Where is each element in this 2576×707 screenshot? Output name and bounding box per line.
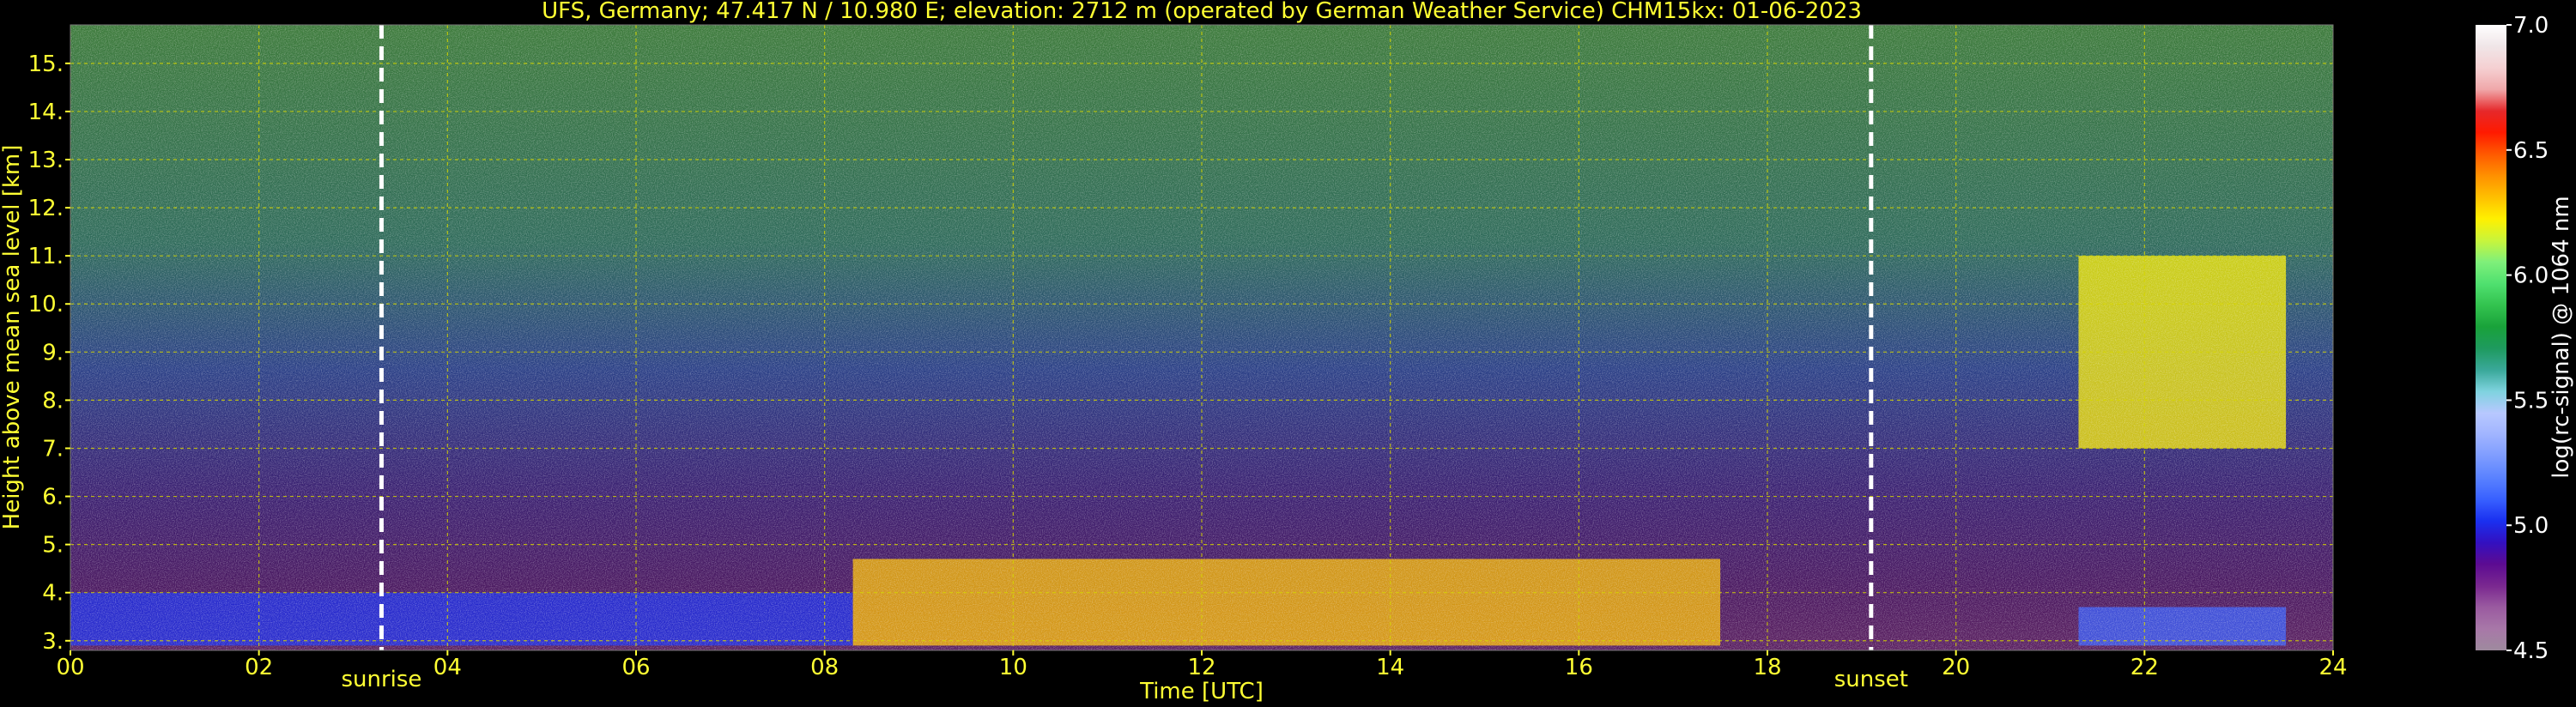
colorbar-tick-label: 7.0 — [2513, 13, 2549, 39]
colorbar-tick-label: 6.5 — [2513, 138, 2549, 164]
x-tick-label: 02 — [245, 655, 273, 680]
x-tick-label: 16 — [1565, 655, 1593, 680]
y-axis-label: Height above mean sea level [km] — [0, 145, 25, 530]
colorbar-label: log(rc-signal) @ 1064 nm — [2549, 196, 2574, 478]
x-tick-label: 04 — [433, 655, 462, 680]
x-tick-label: 08 — [810, 655, 839, 680]
colorbar-tick-label: 4.5 — [2513, 638, 2549, 664]
y-tick-label: 9. — [42, 340, 64, 366]
colorbar-ticks: 4.5 5.0 5.5 6.0 6.5 7.0 — [2506, 13, 2549, 664]
y-tick-label: 14. — [28, 100, 64, 125]
y-tick-label: 12. — [28, 196, 64, 221]
y-tick-label: 8. — [42, 388, 64, 414]
annotation-labels: sunrise sunset — [341, 667, 1907, 692]
plot-area — [70, 25, 2333, 650]
y-tick-label: 15. — [28, 51, 64, 77]
sunset-label: sunset — [1834, 667, 1908, 692]
colorbar-tick-label: 5.5 — [2513, 388, 2549, 414]
y-axis-ticks: 3. 4. 5. 6. 7. 8. 9. 10. 11. 12. 13. 14. 15. — [28, 51, 70, 655]
colorbar: 4.5 5.0 5.5 6.0 6.5 7.0 log(rc-signal) @ 1064… — [2476, 13, 2574, 664]
x-tick-label: 06 — [621, 655, 650, 680]
x-tick-label: 20 — [1942, 655, 1970, 680]
y-tick-label: 13. — [28, 148, 64, 173]
chart-title: UFS, Germany; 47.417 N / 10.980 E; eleva… — [542, 0, 1862, 24]
sunrise-label: sunrise — [341, 667, 421, 692]
colorbar-tick-label: 5.0 — [2513, 513, 2549, 539]
x-tick-label: 14 — [1376, 655, 1404, 680]
colorbar-tick-label: 6.0 — [2513, 263, 2549, 289]
y-tick-label: 10. — [28, 292, 64, 317]
x-tick-label: 24 — [2318, 655, 2347, 680]
x-axis-label: Time [UTC] — [1139, 679, 1264, 704]
y-tick-label: 5. — [42, 533, 64, 559]
y-tick-label: 6. — [42, 485, 64, 511]
x-tick-label: 12 — [1187, 655, 1215, 680]
y-tick-label: 3. — [42, 629, 64, 655]
x-tick-label: 22 — [2131, 655, 2159, 680]
y-tick-label: 7. — [42, 436, 64, 462]
x-tick-label: 18 — [1753, 655, 1781, 680]
colorbar-bar — [2476, 25, 2506, 650]
x-tick-label: 10 — [999, 655, 1027, 680]
y-tick-label: 11. — [28, 244, 64, 269]
y-tick-label: 4. — [42, 581, 64, 607]
x-tick-label: 00 — [56, 655, 84, 680]
lidar-chart: UFS, Germany; 47.417 N / 10.980 E; eleva… — [0, 0, 2574, 704]
